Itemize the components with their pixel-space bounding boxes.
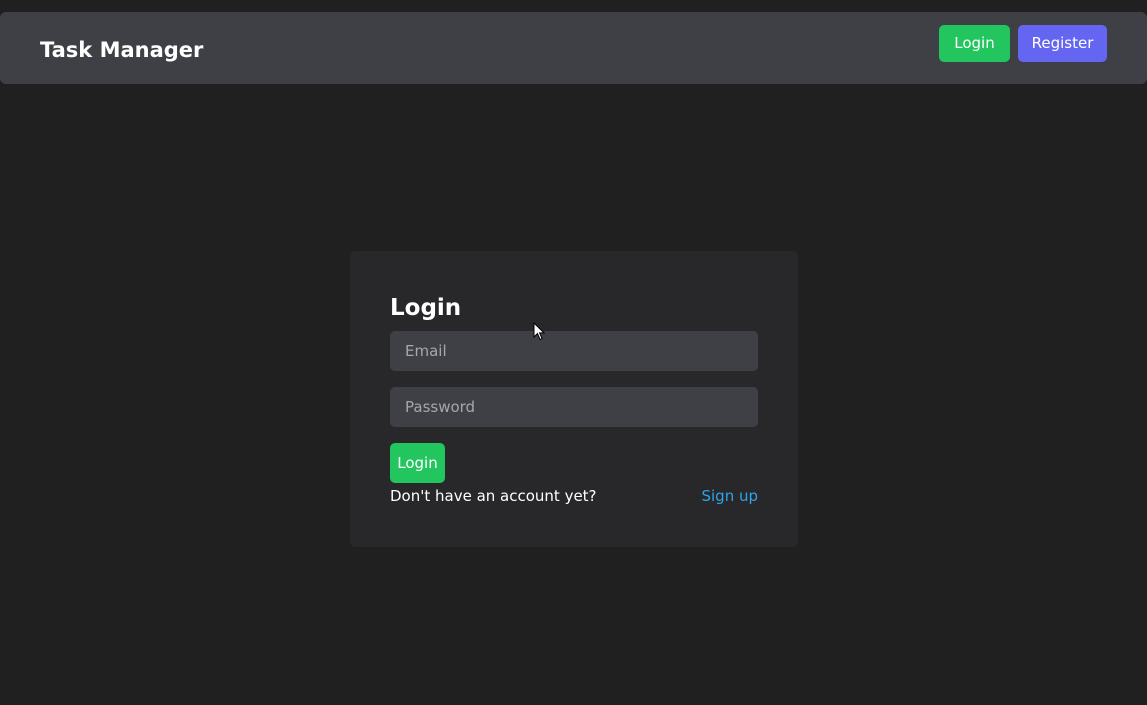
password-field[interactable] <box>390 387 758 427</box>
login-title: Login <box>390 295 462 321</box>
signup-link[interactable]: Sign up <box>701 485 758 507</box>
email-field[interactable] <box>390 331 758 371</box>
mouse-cursor-icon <box>533 322 545 341</box>
nav-register-button[interactable]: Register <box>1018 25 1107 62</box>
page: Task Manager Login Register Login Login … <box>0 0 1147 705</box>
app-title: Task Manager <box>40 38 204 62</box>
nav-login-button[interactable]: Login <box>939 25 1010 62</box>
signup-prompt-text: Don't have an account yet? <box>390 487 597 505</box>
login-card: Login Login Don't have an account yet? S… <box>350 251 798 547</box>
login-submit-button[interactable]: Login <box>390 443 445 483</box>
top-navbar: Task Manager Login Register <box>0 12 1147 84</box>
